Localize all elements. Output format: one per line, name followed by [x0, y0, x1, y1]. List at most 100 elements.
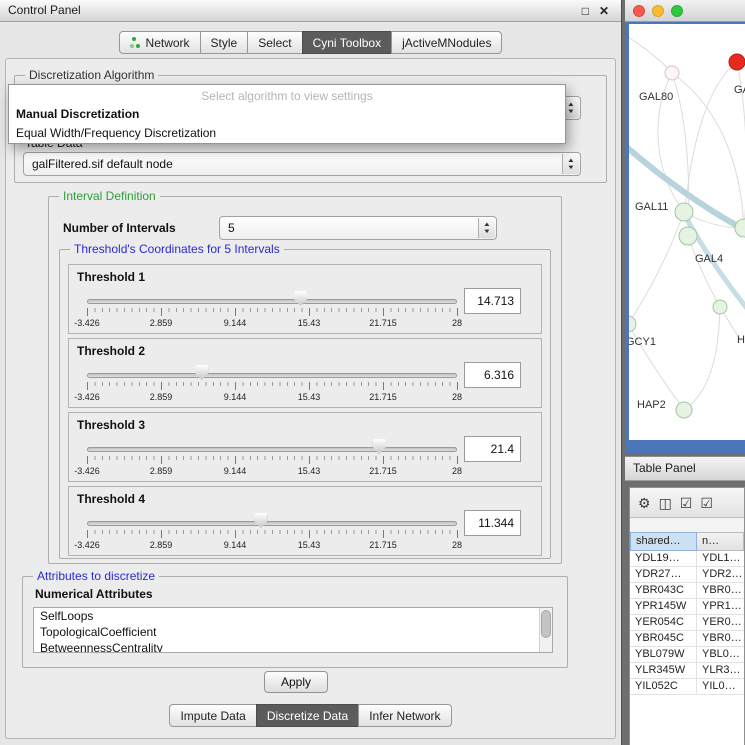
slider-tick-label: 15.43 — [298, 392, 321, 402]
slider-major-tick — [87, 382, 88, 390]
attribute-item[interactable]: TopologicalCoefficient — [34, 624, 552, 640]
number-of-intervals-combobox[interactable]: 5 ▲▼ — [219, 216, 497, 240]
cell-shared-name: YER054C — [630, 615, 697, 630]
algorithm-option[interactable]: Equal Width/Frequency Discretization — [9, 124, 565, 143]
checkbox-icon[interactable]: ☑ — [700, 496, 713, 510]
slider-major-tick — [457, 382, 458, 390]
tab-network[interactable]: Network — [119, 31, 201, 54]
node-label: H — [737, 334, 745, 346]
checkbox-icon[interactable]: ☑ — [680, 496, 693, 510]
threshold-value-field[interactable]: 6.316 — [464, 362, 521, 388]
slider-major-tick — [235, 456, 236, 464]
threshold-slider[interactable]: -3.4262.8599.14415.4321.71528 — [87, 339, 457, 409]
network-node[interactable] — [676, 402, 692, 418]
scrollbar-thumb[interactable] — [541, 610, 551, 638]
network-node[interactable] — [629, 316, 636, 332]
cell-shared-name: YBR045C — [630, 631, 697, 646]
threshold-value-field[interactable]: 21.4 — [464, 436, 521, 462]
slider-major-tick — [161, 308, 162, 316]
network-node[interactable] — [735, 219, 745, 237]
threshold-value-field[interactable]: 11.344 — [464, 510, 521, 536]
network-node[interactable] — [675, 203, 693, 221]
attributes-group-title: Attributes to discretize — [33, 569, 159, 583]
table-header: shared… n… — [630, 532, 744, 551]
slider-tick-label: 2.859 — [150, 540, 173, 550]
tab-cyni-toolbox[interactable]: Cyni Toolbox — [302, 31, 392, 54]
algorithm-option[interactable]: Manual Discretization — [9, 105, 565, 124]
attribute-item[interactable]: BetweennessCentrality — [34, 640, 552, 653]
slider-tick-label: 2.859 — [150, 392, 173, 402]
slider-major-tick — [309, 308, 310, 316]
network-window: GAL80GAGAL11GAL4GCY1HHAP2 — [625, 0, 745, 453]
threshold-slider[interactable]: -3.4262.8599.14415.4321.71528 — [87, 413, 457, 483]
network-node[interactable] — [713, 300, 727, 314]
threshold-panel: Threshold 1-3.4262.8599.14415.4321.71528… — [68, 264, 542, 334]
minimize-window-icon[interactable] — [652, 5, 664, 17]
tab-jactivemnodules[interactable]: jActiveMNodules — [391, 31, 502, 54]
numerical-attributes-list[interactable]: SelfLoopsTopologicalCoefficientBetweenne… — [33, 607, 553, 653]
threshold-panel: Threshold 2-3.4262.8599.14415.4321.71528… — [68, 338, 542, 408]
traffic-lights — [633, 5, 683, 17]
network-canvas[interactable]: GAL80GAGAL11GAL4GCY1HHAP2 — [629, 24, 745, 440]
table-panel-titlebar: Table Panel — [625, 456, 745, 481]
table-row[interactable]: YDR27…YDR2… — [630, 567, 744, 583]
cell-shared-name: YBL079W — [630, 647, 697, 662]
cell-name: YIL0… — [697, 679, 744, 694]
threshold-slider[interactable]: -3.4262.8599.14415.4321.71528 — [87, 265, 457, 335]
tab-select[interactable]: Select — [247, 31, 302, 54]
cell-name: YDR2… — [697, 567, 744, 582]
cell-shared-name: YPR145W — [630, 599, 697, 614]
slider-major-tick — [309, 382, 310, 390]
tab-discretize-data[interactable]: Discretize Data — [256, 704, 359, 727]
cell-name: YBR0… — [697, 583, 744, 598]
table-row[interactable]: YBR045CYBR0… — [630, 631, 744, 647]
cell-shared-name: YIL052C — [630, 679, 697, 694]
network-node[interactable] — [665, 66, 679, 80]
column-header-name[interactable]: n… — [697, 532, 744, 551]
table-row[interactable]: YBL079WYBL0… — [630, 647, 744, 663]
slider-major-tick — [161, 382, 162, 390]
table-row[interactable]: YDL19…YDL1… — [630, 551, 744, 567]
cell-name: YBL0… — [697, 647, 744, 662]
threshold-slider[interactable]: -3.4262.8599.14415.4321.71528 — [87, 487, 457, 557]
close-window-icon[interactable] — [633, 5, 645, 17]
slider-tick-label: 21.715 — [369, 318, 397, 328]
threshold-value-field[interactable]: 14.713 — [464, 288, 521, 314]
threshold-panel: Threshold 4-3.4262.8599.14415.4321.71528… — [68, 486, 542, 556]
scrollbar[interactable] — [539, 608, 552, 652]
window-icons: □ ✕ — [582, 0, 609, 22]
table-row[interactable]: YPR145WYPR1… — [630, 599, 744, 615]
gear-icon[interactable]: ⚙ — [638, 496, 651, 510]
node-label: GA — [734, 84, 745, 96]
tab-impute-data[interactable]: Impute Data — [169, 704, 256, 727]
table-row[interactable]: YLR345WYLR3… — [630, 663, 744, 679]
slider-major-tick — [457, 530, 458, 538]
cell-shared-name: YDR27… — [630, 567, 697, 582]
zoom-window-icon[interactable] — [671, 5, 683, 17]
cell-name: YDL1… — [697, 551, 744, 566]
float-window-icon[interactable]: □ — [582, 1, 589, 22]
network-titlebar[interactable] — [625, 0, 745, 22]
apply-button[interactable]: Apply — [264, 671, 328, 693]
combo-stepper-icon: ▲▼ — [562, 154, 579, 174]
table-data-combobox[interactable]: galFiltered.sif default node ▲▼ — [23, 152, 581, 176]
network-node[interactable] — [729, 54, 745, 70]
slider-minor-ticks — [87, 530, 458, 534]
tab-label: Cyni Toolbox — [313, 36, 381, 50]
threshold-panel: Threshold 3-3.4262.8599.14415.4321.71528… — [68, 412, 542, 482]
column-header-shared-name[interactable]: shared… — [630, 532, 697, 551]
attribute-item[interactable]: SelfLoops — [34, 608, 552, 624]
tab-style[interactable]: Style — [200, 31, 249, 54]
slider-groove — [87, 373, 457, 378]
slider-tick-label: 9.144 — [224, 540, 247, 550]
columns-icon[interactable]: ◫ — [659, 496, 672, 510]
table-row[interactable]: YIL052CYIL0… — [630, 679, 744, 695]
table-row[interactable]: YBR043CYBR0… — [630, 583, 744, 599]
tab-infer-network[interactable]: Infer Network — [358, 704, 451, 727]
slider-major-tick — [87, 308, 88, 316]
close-icon[interactable]: ✕ — [599, 1, 609, 22]
table-row[interactable]: YER054CYER0… — [630, 615, 744, 631]
slider-tick-label: 21.715 — [369, 466, 397, 476]
network-svg[interactable]: GAL80GAGAL11GAL4GCY1HHAP2 — [629, 24, 745, 440]
network-node[interactable] — [679, 227, 697, 245]
